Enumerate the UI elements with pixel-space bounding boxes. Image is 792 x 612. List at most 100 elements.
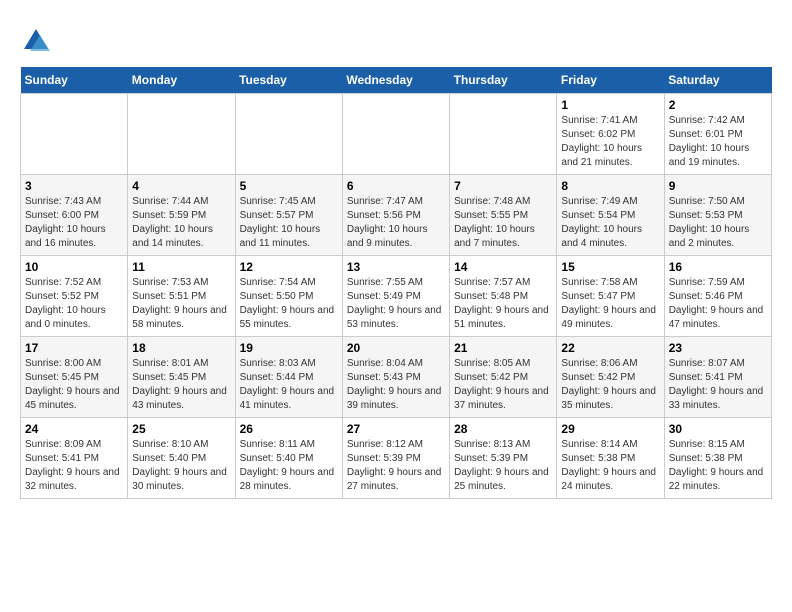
calendar-cell [21,94,128,175]
day-number: 26 [240,422,338,436]
day-number: 4 [132,179,230,193]
day-info: Sunrise: 8:06 AM Sunset: 5:42 PM Dayligh… [561,357,659,413]
day-info: Sunrise: 8:14 AM Sunset: 5:38 PM Dayligh… [561,438,659,494]
calendar-cell: 19Sunrise: 8:03 AM Sunset: 5:44 PM Dayli… [235,337,342,418]
calendar-cell: 4 Sunrise: 7:44 AM Sunset: 5:59 PM Daylig… [128,175,235,256]
day-info: Sunrise: 7:58 AM Sunset: 5:47 PM Dayligh… [561,276,659,332]
page-header [20,20,772,57]
calendar-cell: 12 Sunrise: 7:54 AM Sunset: 5:50 PM Dayli… [235,256,342,337]
calendar-cell: 15 Sunrise: 7:58 AM Sunset: 5:47 PM Dayli… [557,256,664,337]
day-info: Sunrise: 8:10 AM Sunset: 5:40 PM Dayligh… [132,438,230,494]
day-info: Sunrise: 7:54 AM Sunset: 5:50 PM Dayligh… [240,276,338,332]
calendar-cell: 23Sunrise: 8:07 AM Sunset: 5:41 PM Dayli… [664,337,771,418]
day-info: Sunrise: 7:53 AM Sunset: 5:51 PM Dayligh… [132,276,230,332]
calendar-cell: 9 Sunrise: 7:50 AM Sunset: 5:53 PM Daylig… [664,175,771,256]
day-info: Sunrise: 7:52 AM Sunset: 5:52 PM Dayligh… [25,276,123,332]
day-number: 29 [561,422,659,436]
day-number: 13 [347,260,445,274]
day-info: Sunrise: 8:15 AM Sunset: 5:38 PM Dayligh… [669,438,767,494]
calendar-cell: 20 Sunrise: 8:04 AM Sunset: 5:43 PM Dayli… [342,337,449,418]
day-number: 9 [669,179,767,193]
day-info: Sunrise: 7:47 AM Sunset: 5:56 PM Dayligh… [347,195,445,251]
calendar-cell: 24 Sunrise: 8:09 AM Sunset: 5:41 PM Dayli… [21,418,128,499]
calendar-cell: 25 Sunrise: 8:10 AM Sunset: 5:40 PM Dayli… [128,418,235,499]
day-info: Sunrise: 7:44 AM Sunset: 5:59 PM Dayligh… [132,195,230,251]
week-row-1: 3 Sunrise: 7:43 AM Sunset: 6:00 PM Daylig… [21,175,772,256]
day-number: 25 [132,422,230,436]
day-number: 11 [132,260,230,274]
day-number: 27 [347,422,445,436]
day-number: 3 [25,179,123,193]
calendar-cell: 29 Sunrise: 8:14 AM Sunset: 5:38 PM Dayli… [557,418,664,499]
calendar-cell: 5 Sunrise: 7:45 AM Sunset: 5:57 PM Daylig… [235,175,342,256]
day-number: 12 [240,260,338,274]
calendar-cell: 27 Sunrise: 8:12 AM Sunset: 5:39 PM Dayli… [342,418,449,499]
calendar-cell: 21 Sunrise: 8:05 AM Sunset: 5:42 PM Dayli… [450,337,557,418]
week-row-2: 10 Sunrise: 7:52 AM Sunset: 5:52 PM Dayli… [21,256,772,337]
day-info: Sunrise: 7:55 AM Sunset: 5:49 PM Dayligh… [347,276,445,332]
calendar-table: SundayMondayTuesdayWednesdayThursdayFrid… [20,67,772,499]
header-day-friday: Friday [557,67,664,94]
calendar-cell: 22 Sunrise: 8:06 AM Sunset: 5:42 PM Dayli… [557,337,664,418]
day-info: Sunrise: 7:50 AM Sunset: 5:53 PM Dayligh… [669,195,767,251]
calendar-cell: 17 Sunrise: 8:00 AM Sunset: 5:45 PM Dayli… [21,337,128,418]
day-number: 16 [669,260,767,274]
calendar-cell: 6 Sunrise: 7:47 AM Sunset: 5:56 PM Daylig… [342,175,449,256]
day-info: Sunrise: 7:43 AM Sunset: 6:00 PM Dayligh… [25,195,123,251]
week-row-3: 17 Sunrise: 8:00 AM Sunset: 5:45 PM Dayli… [21,337,772,418]
day-number: 6 [347,179,445,193]
day-number: 15 [561,260,659,274]
header-day-tuesday: Tuesday [235,67,342,94]
day-number: 22 [561,341,659,355]
day-info: Sunrise: 7:57 AM Sunset: 5:48 PM Dayligh… [454,276,552,332]
calendar-cell [128,94,235,175]
day-number: 17 [25,341,123,355]
week-row-0: 1 Sunrise: 7:41 AM Sunset: 6:02 PM Daylig… [21,94,772,175]
calendar-cell: 2Sunrise: 7:42 AM Sunset: 6:01 PM Daylig… [664,94,771,175]
header-day-thursday: Thursday [450,67,557,94]
day-number: 5 [240,179,338,193]
calendar-cell: 1 Sunrise: 7:41 AM Sunset: 6:02 PM Daylig… [557,94,664,175]
day-number: 19 [240,341,338,355]
day-number: 30 [669,422,767,436]
day-info: Sunrise: 8:13 AM Sunset: 5:39 PM Dayligh… [454,438,552,494]
day-number: 14 [454,260,552,274]
day-info: Sunrise: 8:12 AM Sunset: 5:39 PM Dayligh… [347,438,445,494]
day-number: 7 [454,179,552,193]
calendar-cell: 30 Sunrise: 8:15 AM Sunset: 5:38 PM Dayli… [664,418,771,499]
calendar-cell: 28 Sunrise: 8:13 AM Sunset: 5:39 PM Dayli… [450,418,557,499]
day-info: Sunrise: 8:11 AM Sunset: 5:40 PM Dayligh… [240,438,338,494]
day-number: 20 [347,341,445,355]
calendar-cell: 18Sunrise: 8:01 AM Sunset: 5:45 PM Dayli… [128,337,235,418]
day-info: Sunrise: 7:49 AM Sunset: 5:54 PM Dayligh… [561,195,659,251]
header-day-sunday: Sunday [21,67,128,94]
day-info: Sunrise: 8:04 AM Sunset: 5:43 PM Dayligh… [347,357,445,413]
day-info: Sunrise: 7:59 AM Sunset: 5:46 PM Dayligh… [669,276,767,332]
calendar-cell: 11 Sunrise: 7:53 AM Sunset: 5:51 PM Dayli… [128,256,235,337]
day-info: Sunrise: 8:07 AM Sunset: 5:41 PM Dayligh… [669,357,767,413]
day-info: Sunrise: 7:42 AM Sunset: 6:01 PM Dayligh… [669,114,767,170]
day-info: Sunrise: 8:05 AM Sunset: 5:42 PM Dayligh… [454,357,552,413]
day-number: 10 [25,260,123,274]
calendar-cell: 14 Sunrise: 7:57 AM Sunset: 5:48 PM Dayli… [450,256,557,337]
header-day-wednesday: Wednesday [342,67,449,94]
day-number: 24 [25,422,123,436]
day-info: Sunrise: 7:48 AM Sunset: 5:55 PM Dayligh… [454,195,552,251]
calendar-cell: 13 Sunrise: 7:55 AM Sunset: 5:49 PM Dayli… [342,256,449,337]
calendar-cell [450,94,557,175]
day-number: 8 [561,179,659,193]
day-info: Sunrise: 7:41 AM Sunset: 6:02 PM Dayligh… [561,114,659,170]
day-number: 21 [454,341,552,355]
calendar-cell [235,94,342,175]
calendar-cell: 7 Sunrise: 7:48 AM Sunset: 5:55 PM Daylig… [450,175,557,256]
day-info: Sunrise: 8:00 AM Sunset: 5:45 PM Dayligh… [25,357,123,413]
day-info: Sunrise: 7:45 AM Sunset: 5:57 PM Dayligh… [240,195,338,251]
header-row: SundayMondayTuesdayWednesdayThursdayFrid… [21,67,772,94]
header-day-monday: Monday [128,67,235,94]
day-number: 28 [454,422,552,436]
calendar-cell: 16 Sunrise: 7:59 AM Sunset: 5:46 PM Dayli… [664,256,771,337]
calendar-cell: 8 Sunrise: 7:49 AM Sunset: 5:54 PM Daylig… [557,175,664,256]
day-number: 1 [561,98,659,112]
logo [20,25,56,57]
day-info: Sunrise: 8:09 AM Sunset: 5:41 PM Dayligh… [25,438,123,494]
